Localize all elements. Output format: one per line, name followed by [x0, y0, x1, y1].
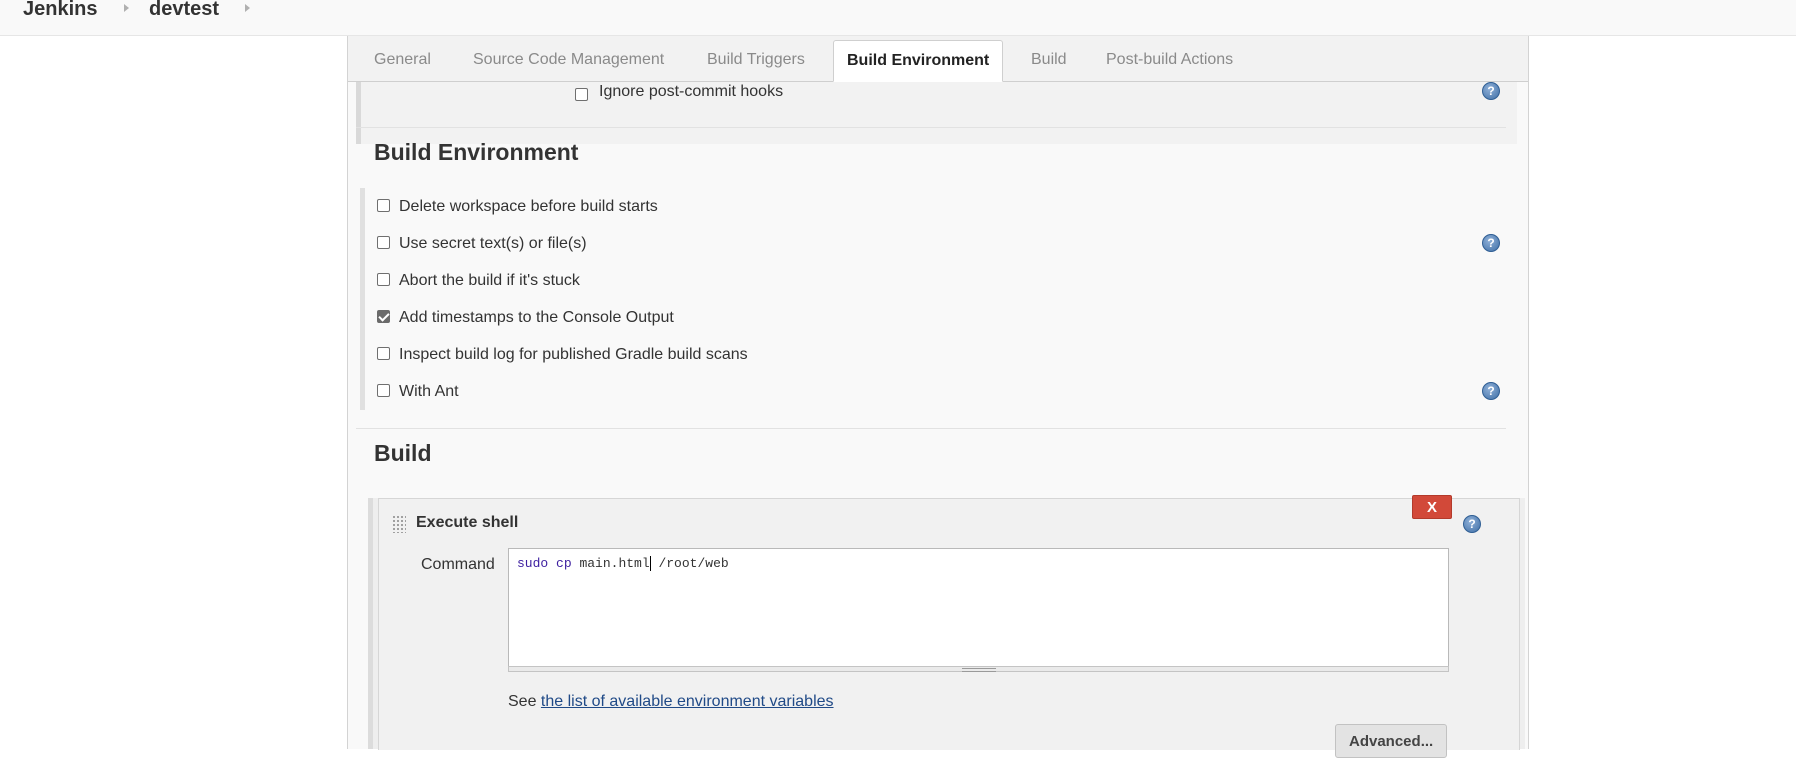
tab-general[interactable]: General — [374, 51, 431, 69]
question-mark-help-icon[interactable]: ? — [1463, 515, 1481, 533]
timestamps-label: Add timestamps to the Console Output — [399, 309, 674, 326]
build-environment-title: Build Environment — [374, 139, 579, 165]
secret-text-checkbox[interactable] — [377, 236, 390, 249]
ignore-hooks-checkbox[interactable] — [575, 88, 588, 101]
chevron-right-icon[interactable] — [124, 4, 129, 12]
with-ant-label: With Ant — [399, 383, 459, 400]
config-tabs: General Source Code Management Build Tri… — [348, 36, 1528, 82]
breadcrumb-job[interactable]: devtest — [149, 0, 219, 21]
gradle-scans-label: Inspect build log for published Gradle b… — [399, 346, 748, 363]
advanced-button[interactable]: Advanced... — [1335, 724, 1448, 758]
delete-step-button[interactable]: X — [1412, 495, 1452, 519]
question-mark-help-icon[interactable]: ? — [1482, 234, 1500, 252]
section-divider — [356, 127, 1506, 128]
build-title: Build — [374, 440, 432, 466]
command-args: main.html — [571, 556, 650, 571]
command-keyword-cp: cp — [556, 556, 572, 571]
ignore-hooks-label: Ignore post-commit hooks — [599, 83, 784, 100]
chevron-right-icon[interactable] — [245, 4, 250, 12]
env-vars-link[interactable]: the list of available environment variab… — [541, 693, 834, 710]
env-vars-hint: See the list of available environment va… — [508, 693, 834, 711]
config-panel: General Source Code Management Build Tri… — [347, 36, 1529, 758]
gradle-scans-checkbox[interactable] — [377, 347, 390, 360]
delete-workspace-label: Delete workspace before build starts — [399, 198, 658, 215]
drag-grip-icon[interactable] — [392, 515, 406, 533]
scm-section-tail — [356, 82, 1517, 144]
with-ant-checkbox[interactable] — [377, 384, 390, 397]
breadcrumb-jenkins[interactable]: Jenkins — [23, 0, 97, 21]
tab-build-environment[interactable]: Build Environment — [833, 40, 1004, 82]
question-mark-help-icon[interactable]: ? — [1482, 82, 1500, 100]
tab-post-build-actions[interactable]: Post-build Actions — [1106, 51, 1233, 69]
breadcrumb: Jenkins devtest — [0, 0, 1796, 36]
env-vars-prefix: See — [508, 693, 537, 710]
timestamps-checkbox[interactable] — [377, 310, 390, 323]
tab-source-code-management[interactable]: Source Code Management — [473, 51, 664, 69]
execute-shell-title: Execute shell — [416, 514, 519, 531]
command-dest: /root/web — [650, 556, 729, 571]
abort-stuck-label: Abort the build if it's stuck — [399, 272, 580, 289]
textarea-resize-handle[interactable] — [508, 666, 1449, 672]
tab-build-triggers[interactable]: Build Triggers — [707, 51, 805, 69]
delete-workspace-checkbox[interactable] — [377, 199, 390, 212]
section-bar — [360, 188, 365, 410]
command-textarea[interactable]: sudo cp main.html /root/web — [508, 548, 1449, 667]
command-keyword-sudo: sudo — [517, 556, 549, 571]
secret-text-label: Use secret text(s) or file(s) — [399, 235, 587, 252]
abort-stuck-checkbox[interactable] — [377, 273, 390, 286]
section-divider — [356, 428, 1506, 429]
question-mark-help-icon[interactable]: ? — [1482, 382, 1500, 400]
command-label: Command — [421, 556, 495, 573]
tab-build[interactable]: Build — [1031, 51, 1067, 69]
